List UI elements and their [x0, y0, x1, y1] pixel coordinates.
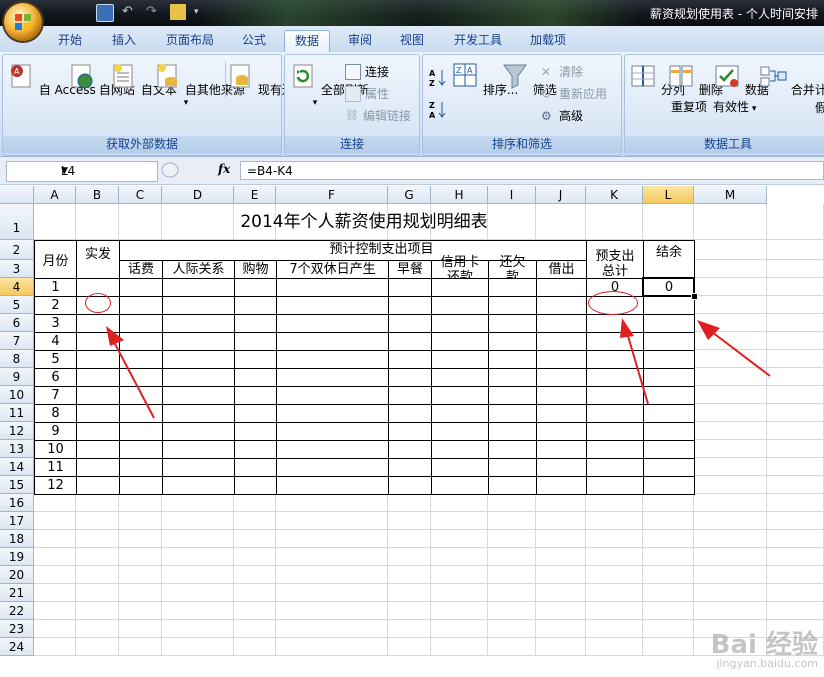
existing-connections-button[interactable]: 现有连接	[225, 61, 306, 98]
svg-text:A: A	[429, 69, 436, 78]
clear-filter-icon: ✕	[541, 64, 552, 79]
quick-access-toolbar: ↶ ↷ ▾	[48, 4, 210, 22]
data-validation-button[interactable]: 数据 有效性 ▾	[713, 61, 769, 115]
advanced-filter-button[interactable]: ⚙ 高级	[541, 107, 583, 124]
edit-links-icon: ⛓	[345, 108, 359, 122]
title-bar: ↶ ↷ ▾ 薪资规划使用表 - 个人时间安排	[0, 0, 824, 26]
from-web-button[interactable]: 自网站	[67, 61, 135, 98]
group-connections: 全部刷新 ▾ 连接 属性 ⛓ 编辑链接 连接	[284, 54, 420, 156]
connections-icon	[345, 63, 361, 80]
sort-az-icon: AZ	[429, 69, 446, 88]
remove-duplicates-button[interactable]: 删除 重复项	[667, 61, 723, 115]
name-box[interactable]: L4 ▼	[6, 161, 158, 182]
tab-data[interactable]: 数据	[284, 30, 331, 53]
office-logo-icon	[15, 14, 31, 30]
access-icon: A	[11, 64, 31, 88]
ribbon-tab-strip: 开始 插入 页面布局 公式 数据 审阅 视图 开发工具 加载项	[0, 26, 824, 53]
red-arrow-icon	[697, 320, 771, 377]
group-label-connections: 连接	[285, 136, 419, 153]
properties-icon	[345, 85, 361, 102]
undo-icon[interactable]: ↶	[122, 4, 138, 20]
svg-text:Z: Z	[429, 79, 435, 88]
text-to-columns-button[interactable]: 分列	[629, 61, 685, 98]
svg-text:A: A	[14, 67, 20, 76]
formula-buttons: fx	[160, 161, 236, 180]
title-bar-background	[200, 0, 640, 26]
formula-bar: L4 ▼ fx =B4-K4	[0, 157, 824, 185]
insert-function-icon[interactable]: fx	[218, 162, 230, 176]
group-label-data-tools: 数据工具	[625, 136, 824, 153]
dropdown-arrow-icon: ▾	[312, 98, 318, 108]
tab-insert[interactable]: 插入	[102, 30, 146, 52]
data-validation-icon	[715, 65, 739, 87]
refresh-all-button[interactable]: 全部刷新 ▾	[289, 61, 369, 108]
clear-filter-button[interactable]: ✕ 清除	[541, 63, 583, 80]
filter-button[interactable]: 筛选	[501, 61, 557, 98]
sort-button[interactable]: ZA 排序...	[451, 61, 518, 98]
tab-review[interactable]: 审阅	[338, 30, 382, 52]
ribbon: A 自 Access 自网站 自文本 自其他来源 ▾ 现有连接 获取外部数据 全…	[0, 52, 824, 157]
from-access-button[interactable]: A 自 Access	[7, 61, 96, 98]
edit-links-button[interactable]: ⛓ 编辑链接	[345, 107, 411, 124]
svg-text:A: A	[467, 66, 473, 75]
reapply-icon: ↻	[541, 86, 552, 101]
save-icon[interactable]	[96, 4, 114, 22]
reapply-button[interactable]: ↻ 重新应用	[541, 85, 607, 102]
customize-qat-icon[interactable]: ▾	[194, 4, 210, 20]
from-text-button[interactable]: 自文本	[109, 61, 177, 98]
consolidate-button[interactable]: 合并计算	[759, 61, 824, 98]
chevron-down-icon[interactable]: ▼	[61, 162, 153, 181]
properties-button[interactable]: 属性	[345, 85, 389, 102]
baidu-watermark: Bai 经验 jingyan.baidu.com	[710, 630, 818, 670]
other-sources-icon	[157, 64, 177, 88]
tab-page-layout[interactable]: 页面布局	[156, 30, 224, 52]
red-arrow-icon	[620, 318, 649, 405]
svg-text:A: A	[429, 111, 436, 120]
worksheet-grid[interactable]: ABCDEFGHIJKLM 1 2 3 4 5 6 7 8 9 10 11 12 13 14 15 16 17 1…	[0, 186, 824, 677]
existing-connections-icon	[230, 64, 250, 88]
sort-dialog-icon: ZA	[453, 63, 477, 87]
group-external-data: A 自 Access 自网站 自文本 自其他来源 ▾ 现有连接 获取外部数据	[2, 54, 306, 156]
redo-icon[interactable]: ↷	[146, 4, 162, 20]
office-button[interactable]	[4, 3, 42, 41]
tab-addins[interactable]: 加载项	[520, 30, 576, 52]
sort-descending-button[interactable]: ZA	[429, 99, 447, 121]
filter-funnel-icon	[503, 64, 527, 89]
remove-duplicates-icon	[669, 65, 693, 87]
group-label-sort-filter: 排序和筛选	[423, 136, 621, 153]
advanced-filter-icon: ⚙	[541, 108, 552, 123]
sort-ascending-button[interactable]: AZ	[429, 67, 447, 89]
svg-text:Z: Z	[429, 101, 435, 110]
tab-home[interactable]: 开始	[48, 30, 92, 52]
group-data-tools: 分列 删除重复项 数据有效性 ▾ 合并计算 假 数据工具	[624, 54, 824, 156]
sort-za-icon: ZA	[429, 101, 446, 120]
group-label-external: 获取外部数据	[3, 136, 281, 153]
web-icon	[71, 64, 93, 89]
red-arrow-icon	[106, 326, 155, 419]
group-sort-filter: AZ ZA ZA 排序... 筛选 ✕ 清除 ↻ 重新应用 ⚙ 高级 排序和筛选	[422, 54, 622, 156]
what-if-analysis-button[interactable]: 假	[813, 99, 824, 116]
open-folder-icon[interactable]	[170, 4, 186, 20]
annotation-arrows	[106, 318, 771, 419]
refresh-icon	[293, 64, 313, 88]
consolidate-icon	[760, 66, 787, 87]
tab-view[interactable]: 视图	[390, 30, 434, 52]
svg-text:Z: Z	[456, 66, 462, 75]
text-to-columns-icon	[631, 65, 655, 87]
formula-input[interactable]: =B4-K4	[240, 161, 824, 180]
window-title: 薪资规划使用表 - 个人时间安排	[650, 7, 818, 21]
from-other-sources-button[interactable]: 自其他来源 ▾	[153, 61, 245, 108]
tab-formulas[interactable]: 公式	[232, 30, 276, 52]
text-file-icon	[113, 64, 133, 88]
tab-developer[interactable]: 开发工具	[444, 30, 512, 52]
formula-bar-scroll-icon	[161, 162, 179, 178]
connections-button[interactable]: 连接	[345, 63, 389, 80]
dropdown-arrow-icon: ▾	[183, 98, 189, 108]
